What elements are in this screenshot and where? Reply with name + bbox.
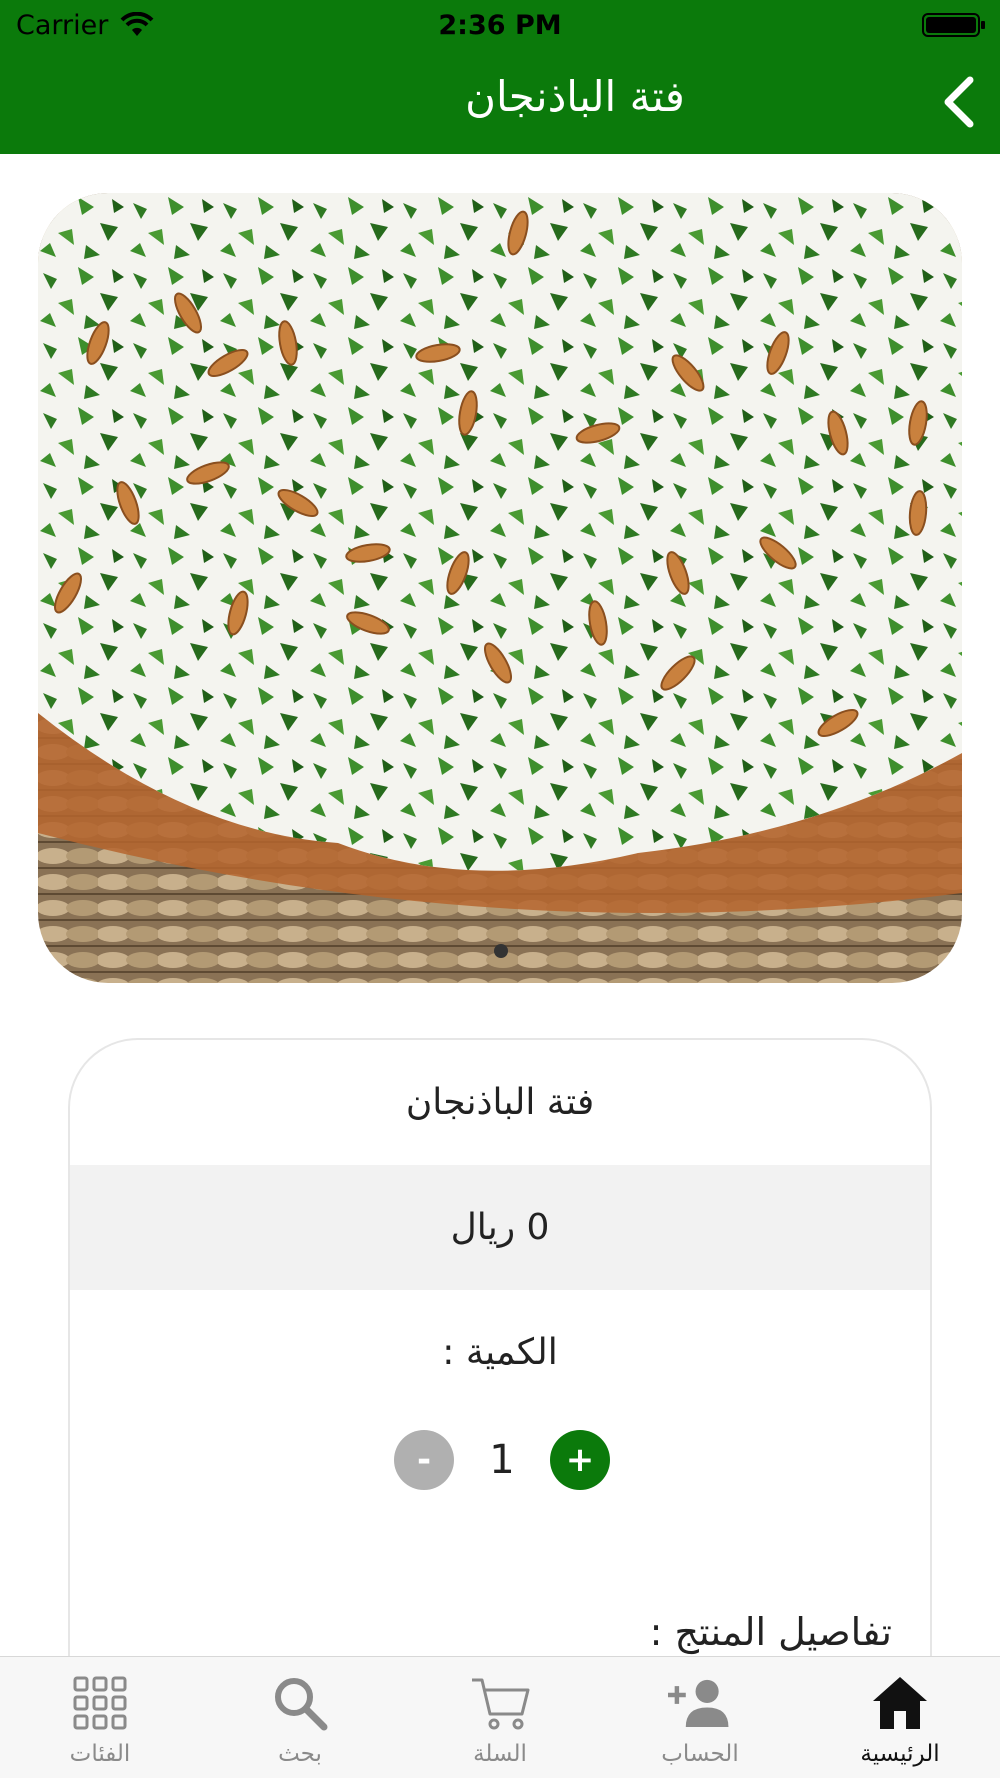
product-details-label: تفاصيل المنتج : <box>649 1610 892 1654</box>
decrease-quantity-button[interactable]: - <box>394 1430 454 1490</box>
tab-label: الفئات <box>69 1741 131 1767</box>
back-button[interactable] <box>926 70 990 134</box>
add-user-icon <box>668 1673 732 1733</box>
product-name: فتة الباذنجان <box>405 1082 595 1123</box>
home-icon <box>868 1673 932 1733</box>
status-time: 2:36 PM <box>438 10 562 41</box>
grid-icon <box>68 1673 132 1733</box>
product-image[interactable] <box>38 193 962 983</box>
nav-bar: فتة الباذنجان <box>0 50 1000 154</box>
increase-quantity-button[interactable]: + <box>550 1430 610 1490</box>
tab-bar: الفئات بحث السلة الحساب الرئيسية <box>0 1656 1000 1778</box>
cart-icon <box>468 1673 532 1733</box>
tab-label: الرئيسية <box>860 1741 940 1767</box>
status-bar: Carrier 2:36 PM <box>0 0 1000 50</box>
tab-label: الحساب <box>661 1741 739 1767</box>
tab-home[interactable]: الرئيسية <box>800 1657 1000 1778</box>
product-price: 0 ريال <box>70 1165 930 1290</box>
tab-search[interactable]: بحث <box>200 1657 400 1778</box>
tab-account[interactable]: الحساب <box>600 1657 800 1778</box>
quantity-value: 1 <box>489 1437 515 1483</box>
product-photo <box>38 193 962 983</box>
quantity-stepper: - 1 + <box>70 1428 930 1492</box>
chevron-left-icon <box>944 76 974 128</box>
battery-icon <box>922 13 985 37</box>
tab-label: بحث <box>278 1741 322 1767</box>
page-title: فتة الباذنجان <box>465 72 685 121</box>
tab-cart[interactable]: السلة <box>400 1657 600 1778</box>
tab-label: السلة <box>473 1741 527 1767</box>
carousel-dot[interactable] <box>494 944 508 958</box>
search-icon <box>268 1673 332 1733</box>
quantity-label: الكمية : <box>442 1332 558 1373</box>
tab-categories[interactable]: الفئات <box>0 1657 200 1778</box>
